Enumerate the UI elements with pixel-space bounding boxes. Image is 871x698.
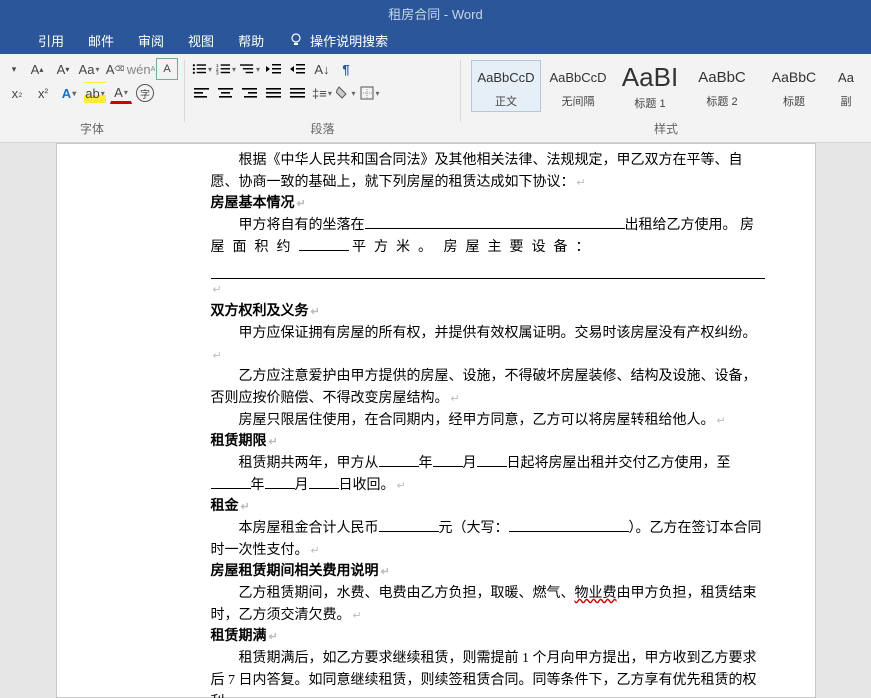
- doc-heading: 房屋基本情况: [211, 196, 295, 211]
- distributed-icon[interactable]: [287, 82, 309, 104]
- shading-icon[interactable]: ▾: [335, 82, 357, 104]
- styles-group-label: 样式: [467, 120, 865, 140]
- bullets-icon[interactable]: ▾: [191, 58, 213, 80]
- title-bar: 租房合同 - Word: [0, 0, 871, 26]
- style-title[interactable]: AaBbC标题: [759, 60, 829, 112]
- subscript-icon[interactable]: x₂: [6, 82, 28, 104]
- font-color-icon[interactable]: A▾: [110, 82, 132, 104]
- show-marks-icon[interactable]: ¶: [335, 58, 357, 80]
- align-right-icon[interactable]: [239, 82, 261, 104]
- align-left-icon[interactable]: [191, 82, 213, 104]
- char-border-icon[interactable]: A: [156, 58, 178, 80]
- doc-heading: 租金: [211, 499, 239, 514]
- paragraph-group: ▾ 123▾ ▾ A↓ ¶: [185, 54, 460, 142]
- highlight-icon[interactable]: ab▾: [84, 82, 106, 104]
- style-normal[interactable]: AaBbCcD正文: [471, 60, 541, 112]
- document-area[interactable]: 根据《中华人民共和国合同法》及其他相关法律、法规规定，甲乙双方在平等、自愿、协商…: [0, 143, 871, 698]
- style-heading1[interactable]: AaBI标题 1: [615, 60, 685, 112]
- clear-format-icon[interactable]: A⌫: [104, 58, 126, 80]
- sort-icon[interactable]: A↓: [311, 58, 333, 80]
- increase-indent-icon[interactable]: [287, 58, 309, 80]
- enclosed-char-icon[interactable]: 字: [136, 84, 154, 102]
- ribbon: ▾ A▴ A▾ Aa▾ A⌫ wénA A x₂ x² A▾ ab▾ A▾ 字 …: [0, 54, 871, 143]
- doc-heading: 租赁期满: [211, 629, 267, 644]
- borders-icon[interactable]: ▾: [359, 82, 381, 104]
- tab-references[interactable]: 引用: [38, 31, 64, 50]
- document-page[interactable]: 根据《中华人民共和国合同法》及其他相关法律、法规规定，甲乙双方在平等、自愿、协商…: [56, 143, 816, 698]
- superscript-icon[interactable]: x²: [32, 82, 54, 104]
- shrink-font-icon[interactable]: A▾: [52, 58, 74, 80]
- doc-heading: 房屋租赁期间相关费用说明: [211, 564, 379, 579]
- bulb-icon: [288, 32, 304, 48]
- doc-heading: 双方权利及义务: [211, 304, 309, 319]
- tell-me-search[interactable]: 操作说明搜索: [288, 31, 388, 50]
- justify-icon[interactable]: [263, 82, 285, 104]
- style-nospacing[interactable]: AaBbCcD无间隔: [543, 60, 613, 112]
- line-spacing-icon[interactable]: ‡≡▾: [311, 82, 333, 104]
- tab-mailings[interactable]: 邮件: [88, 31, 114, 50]
- font-group-label: 字体: [6, 120, 178, 140]
- doc-line: 根据《中华人民共和国合同法》及其他相关法律、法规规定，甲乙双方在平等、自愿、协商…: [211, 153, 743, 190]
- font-group: ▾ A▴ A▾ Aa▾ A⌫ wénA A x₂ x² A▾ ab▾ A▾ 字 …: [0, 54, 184, 142]
- change-case-icon[interactable]: Aa▾: [78, 58, 100, 80]
- font-dropdown-icon[interactable]: ▾: [6, 58, 22, 80]
- align-center-icon[interactable]: [215, 82, 237, 104]
- tab-help[interactable]: 帮助: [238, 31, 264, 50]
- numbering-icon[interactable]: 123▾: [215, 58, 237, 80]
- window-title: 租房合同 - Word: [388, 4, 482, 23]
- spell-error: 物业费: [575, 586, 617, 601]
- tab-review[interactable]: 审阅: [138, 31, 164, 50]
- text-effects-icon[interactable]: A▾: [58, 82, 80, 104]
- multilevel-icon[interactable]: ▾: [239, 58, 261, 80]
- style-subtitle[interactable]: Aa副: [831, 60, 861, 112]
- doc-heading: 租赁期限: [211, 434, 267, 449]
- grow-font-icon[interactable]: A▴: [26, 58, 48, 80]
- style-heading2[interactable]: AaBbC标题 2: [687, 60, 757, 112]
- svg-text:3: 3: [216, 71, 219, 76]
- decrease-indent-icon[interactable]: [263, 58, 285, 80]
- menu-bar: 引用 邮件 审阅 视图 帮助 操作说明搜索: [0, 26, 871, 54]
- styles-group: AaBbCcD正文 AaBbCcD无间隔 AaBI标题 1 AaBbC标题 2 …: [461, 54, 871, 142]
- paragraph-group-label: 段落: [191, 120, 454, 140]
- phonetic-guide-icon[interactable]: wénA: [130, 58, 152, 80]
- tab-view[interactable]: 视图: [188, 31, 214, 50]
